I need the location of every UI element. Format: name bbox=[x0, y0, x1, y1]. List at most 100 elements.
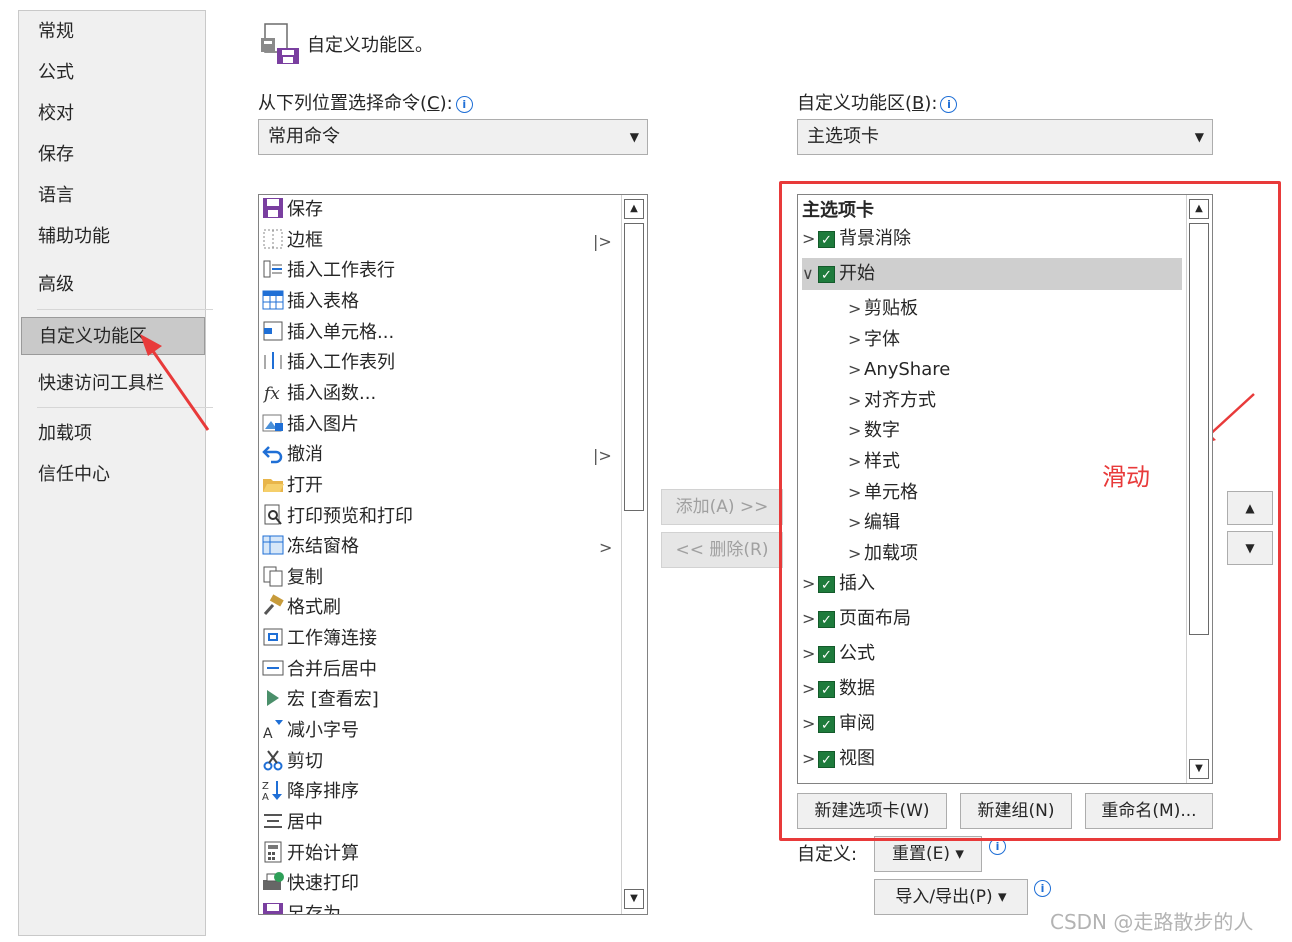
command-label: 剪切 bbox=[287, 750, 323, 772]
command-item[interactable]: 合并后居中 bbox=[261, 655, 377, 685]
command-label: 快速打印 bbox=[287, 873, 359, 895]
commands-source-value: 常用命令 bbox=[268, 126, 340, 147]
command-label: 宏 [查看宏] bbox=[287, 689, 379, 711]
reset-button[interactable]: 重置(E) ▾ bbox=[874, 836, 982, 872]
import-export-button[interactable]: 导入/导出(P) ▾ bbox=[874, 879, 1028, 915]
command-item[interactable]: 格式刷 bbox=[261, 593, 341, 623]
nav-item-trust-center[interactable]: 信任中心 bbox=[19, 456, 205, 494]
watermark: CSDN @走路散步的人 bbox=[1050, 910, 1254, 934]
nav-item-formulas[interactable]: 公式 bbox=[19, 54, 205, 92]
copy-icon bbox=[261, 564, 285, 588]
nav-item-general[interactable]: 常规 bbox=[19, 13, 205, 51]
options-nav-panel: 常规 公式 校对 保存 语言 辅助功能 高级 自定义功能区 快速访问工具栏 加载… bbox=[18, 10, 213, 936]
function-icon: fx bbox=[261, 380, 285, 404]
info-icon[interactable]: i bbox=[1034, 880, 1051, 897]
command-item[interactable]: 居中 bbox=[261, 808, 323, 838]
customize-label: 自定义: bbox=[797, 844, 858, 865]
scroll-down-button[interactable]: ▼ bbox=[624, 889, 644, 909]
nav-item-save[interactable]: 保存 bbox=[19, 136, 205, 174]
dropdown-arrow-icon: ▼ bbox=[629, 130, 639, 144]
svg-text:A: A bbox=[263, 726, 273, 741]
command-item[interactable]: 插入工作表行 bbox=[261, 256, 395, 286]
command-label: 插入工作表行 bbox=[287, 260, 395, 282]
nav-item-label: 保存 bbox=[38, 144, 74, 165]
command-item[interactable]: 插入工作表列 bbox=[261, 348, 395, 378]
command-label: 居中 bbox=[287, 812, 323, 833]
nav-item-advanced[interactable]: 高级 bbox=[19, 266, 205, 304]
commands-source-dropdown[interactable]: 常用命令 ▼ bbox=[258, 119, 648, 155]
ribbon-target-dropdown[interactable]: 主选项卡 ▼ bbox=[797, 119, 1213, 155]
command-item[interactable]: Z A 降序排序 bbox=[261, 777, 359, 807]
nav-item-language[interactable]: 语言 bbox=[19, 177, 205, 215]
command-label: 插入单元格... bbox=[287, 321, 395, 343]
commands-source-label-end: ): bbox=[439, 93, 453, 114]
commands-scrollbar[interactable]: ▲ ▼ bbox=[621, 195, 645, 914]
command-item[interactable]: 另存为 bbox=[261, 900, 341, 915]
command-item[interactable]: 工作簿连接 bbox=[261, 624, 377, 654]
command-label: 开始计算 bbox=[287, 842, 359, 864]
folder-open-icon bbox=[261, 472, 285, 496]
nav-item-label: 常规 bbox=[38, 21, 74, 42]
nav-item-label: 公式 bbox=[38, 62, 74, 83]
command-label: 插入工作表列 bbox=[287, 352, 395, 374]
command-item[interactable]: 撤消 bbox=[261, 440, 323, 470]
command-item[interactable]: 打印预览和打印 bbox=[261, 502, 413, 532]
remove-button[interactable]: << 删除(R) bbox=[661, 532, 783, 568]
command-label: 合并后居中 bbox=[287, 658, 377, 680]
nav-item-label: 辅助功能 bbox=[38, 226, 110, 247]
nav-item-proofing[interactable]: 校对 bbox=[19, 95, 205, 133]
command-item[interactable]: 快速打印 bbox=[261, 869, 359, 899]
insert-row-icon bbox=[261, 257, 285, 281]
command-item[interactable]: 边框 bbox=[261, 226, 323, 256]
add-button[interactable]: 添加(A) >> bbox=[661, 489, 783, 525]
command-item[interactable]: fx 插入函数... bbox=[261, 379, 376, 409]
macro-icon bbox=[261, 686, 285, 710]
command-label: 撤消 bbox=[287, 444, 323, 466]
commands-source-accel: C bbox=[427, 93, 440, 114]
svg-text:Z: Z bbox=[262, 781, 269, 792]
command-label: 插入图片 bbox=[287, 413, 359, 435]
page-title: 自定义功能区。 bbox=[307, 35, 433, 56]
annotation-highlight-box bbox=[779, 181, 1281, 841]
save-as-icon bbox=[261, 901, 285, 914]
format-painter-icon bbox=[261, 594, 285, 618]
ribbon-target-label-text: 自定义功能区( bbox=[797, 93, 913, 114]
annotation-arrow-nav bbox=[140, 334, 210, 431]
insert-table-icon bbox=[261, 288, 285, 312]
annotation-text: 滑动 bbox=[1102, 463, 1150, 491]
command-item[interactable]: 剪切 bbox=[261, 747, 323, 777]
ribbon-target-label-end: ): bbox=[924, 93, 938, 114]
scroll-up-button[interactable]: ▲ bbox=[624, 199, 644, 219]
command-item[interactable]: A 减小字号 bbox=[261, 716, 359, 746]
submenu-arrow-icon: |> bbox=[593, 231, 612, 251]
command-label: 复制 bbox=[287, 566, 323, 588]
command-label: 降序排序 bbox=[287, 781, 359, 803]
command-label: 打印预览和打印 bbox=[287, 505, 413, 527]
command-label: 另存为 bbox=[287, 903, 341, 915]
info-icon[interactable]: i bbox=[940, 95, 958, 113]
svg-text:fx: fx bbox=[262, 384, 280, 404]
print-preview-icon bbox=[261, 503, 285, 527]
scroll-thumb[interactable] bbox=[624, 223, 644, 511]
decrease-font-icon: A bbox=[261, 717, 285, 742]
command-label: 格式刷 bbox=[287, 597, 341, 619]
commands-list[interactable]: 保存 边框 |> 插入工作表行插入表格插入单元格... 插入工作表列 fx 插入函数... 插… bbox=[258, 194, 648, 915]
command-item[interactable]: 冻结窗格 bbox=[261, 532, 359, 562]
commands-source-label-text: 从下列位置选择命令( bbox=[258, 93, 428, 114]
command-item[interactable]: 打开 bbox=[261, 471, 323, 501]
command-item[interactable]: 开始计算 bbox=[261, 839, 359, 869]
ribbon-target-accel: B bbox=[912, 93, 925, 114]
command-item[interactable]: 插入表格 bbox=[261, 287, 359, 317]
undo-icon bbox=[261, 441, 285, 465]
sort-desc-icon: ZA bbox=[261, 778, 285, 803]
command-item[interactable]: 保存 bbox=[261, 195, 323, 225]
command-item[interactable]: 复制 bbox=[261, 563, 323, 593]
nav-item-accessibility[interactable]: 辅助功能 bbox=[19, 218, 205, 256]
customize-ribbon-icon bbox=[261, 23, 299, 64]
cut-icon bbox=[261, 748, 285, 772]
command-item[interactable]: 插入图片 bbox=[261, 410, 359, 440]
command-item[interactable]: 宏 [查看宏] bbox=[261, 685, 379, 715]
command-item[interactable]: 插入单元格... bbox=[261, 318, 394, 348]
nav-divider bbox=[37, 309, 213, 310]
info-icon[interactable]: i bbox=[455, 95, 473, 113]
